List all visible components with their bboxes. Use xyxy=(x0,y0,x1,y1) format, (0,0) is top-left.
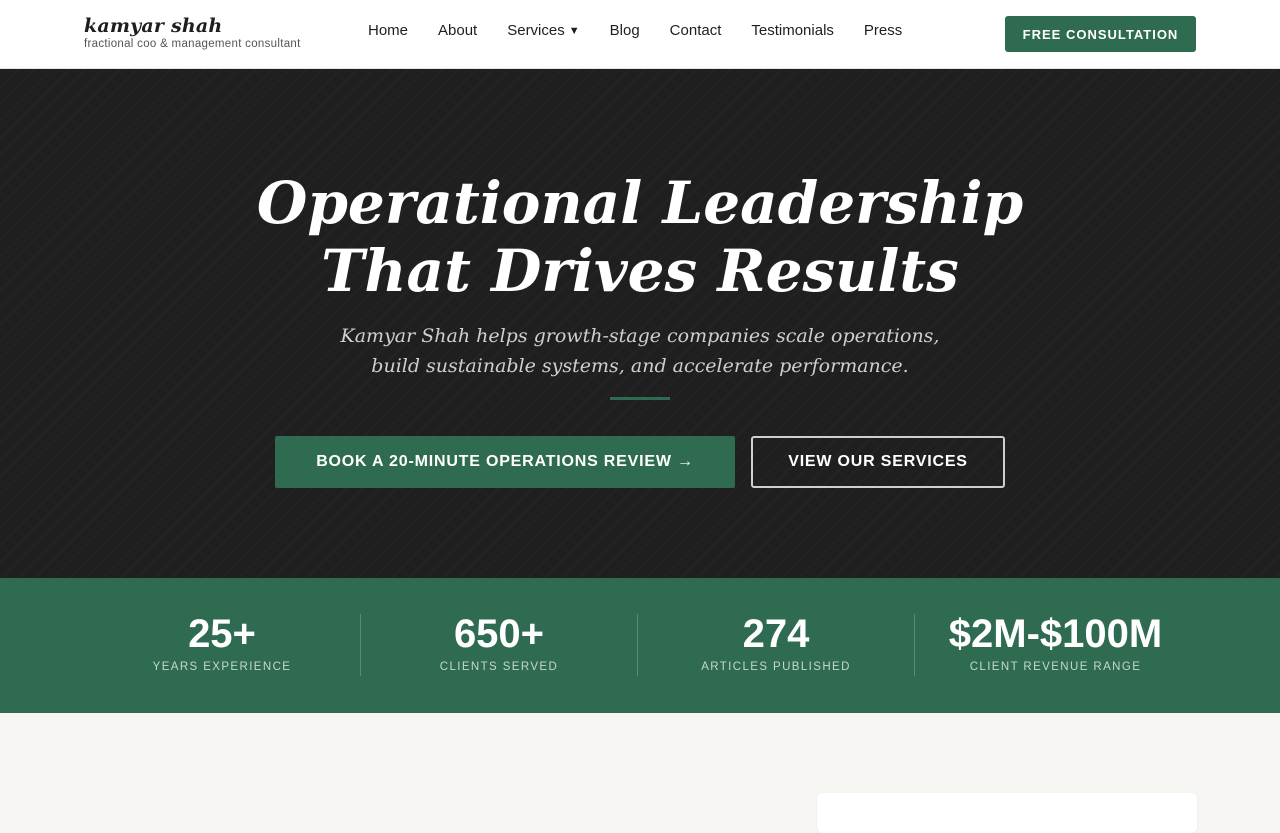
stat-label: CLIENT REVENUE RANGE xyxy=(969,661,1142,673)
hero-section: Operational Leadership That Drives Resul… xyxy=(0,69,1280,578)
hero-divider xyxy=(610,397,670,400)
brand-tagline: fractional coo & management consultant xyxy=(84,38,301,50)
stat-value: $2M-$100M xyxy=(948,612,1163,656)
nav-item-contact[interactable]: Contact xyxy=(670,21,722,41)
stat-years-experience: 25+ YEARS EXPERIENCE xyxy=(84,578,360,713)
view-services-button[interactable]: VIEW OUR SERVICES xyxy=(751,436,1005,488)
brand-name: kamyar shah xyxy=(84,15,223,37)
brand-logo[interactable]: kamyar shah fractional coo & management … xyxy=(84,15,301,50)
hero-subtitle-line: build sustainable systems, and accelerat… xyxy=(371,355,909,377)
nav-label: Blog xyxy=(609,22,640,39)
book-operations-review-button[interactable]: BOOK A 20-MINUTE OPERATIONS REVIEW → xyxy=(275,436,735,488)
lower-section xyxy=(0,713,1280,833)
nav-label: Home xyxy=(368,22,409,39)
site-header: kamyar shah fractional coo & management … xyxy=(0,0,1280,69)
stat-value: 274 xyxy=(742,612,810,656)
nav-label: Contact xyxy=(669,22,722,39)
stats-band: 25+ YEARS EXPERIENCE 650+ CLIENTS SERVED… xyxy=(0,578,1280,713)
nav-label: Services xyxy=(507,22,565,39)
chevron-down-icon: ▼ xyxy=(568,25,580,37)
stat-label: CLIENTS SERVED xyxy=(439,661,559,673)
stat-value: 650+ xyxy=(453,612,545,656)
content-card xyxy=(817,793,1197,833)
nav-label: About xyxy=(438,22,478,39)
hero-subtitle-line: Kamyar Shah helps growth-stage companies… xyxy=(340,325,940,347)
free-consultation-button[interactable]: FREE CONSULTATION xyxy=(1005,16,1196,52)
stat-client-revenue-range: $2M-$100M CLIENT REVENUE RANGE xyxy=(915,578,1196,713)
nav-item-about[interactable]: About xyxy=(438,21,477,41)
nav-item-testimonials[interactable]: Testimonials xyxy=(751,21,834,41)
nav-label: Press xyxy=(863,22,903,39)
stat-label: ARTICLES PUBLISHED xyxy=(701,661,851,673)
nav-item-blog[interactable]: Blog xyxy=(610,21,640,41)
nav-item-services[interactable]: Services ▼ xyxy=(507,21,579,41)
stat-label: YEARS EXPERIENCE xyxy=(152,661,292,673)
hero-title-line: Operational Leadership xyxy=(256,169,1024,237)
stat-articles-published: 274 ARTICLES PUBLISHED xyxy=(638,578,914,713)
nav-item-press[interactable]: Press xyxy=(864,21,902,41)
nav-label: Testimonials xyxy=(751,22,834,39)
main-nav: Home About Services ▼ Blog Contact Testi… xyxy=(368,21,932,41)
stat-value: 25+ xyxy=(188,612,256,656)
nav-item-home[interactable]: Home xyxy=(368,21,408,41)
hero-title: Operational Leadership That Drives Resul… xyxy=(0,169,1280,305)
hero-title-line: That Drives Results xyxy=(321,237,959,305)
hero-subtitle: Kamyar Shah helps growth-stage companies… xyxy=(0,321,1280,381)
stat-clients-served: 650+ CLIENTS SERVED xyxy=(361,578,637,713)
